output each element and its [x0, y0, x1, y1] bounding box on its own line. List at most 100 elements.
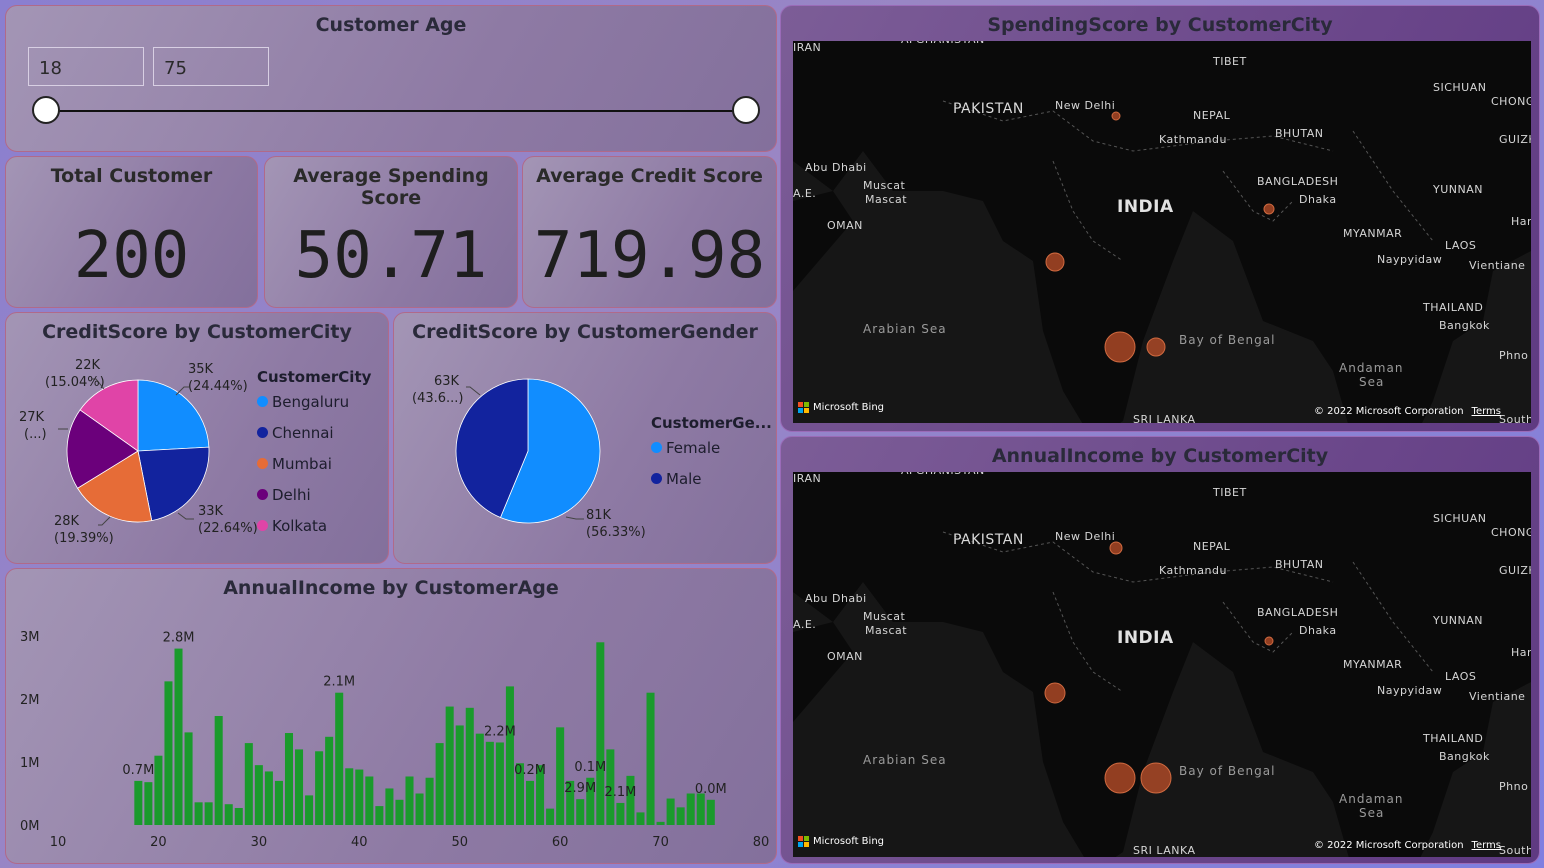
bar-age-28[interactable]: [234, 807, 243, 825]
bar-age-35[interactable]: [305, 795, 314, 825]
legend-item-bengaluru[interactable]: Bengaluru: [257, 386, 371, 417]
x-tick-label: 70: [652, 835, 669, 850]
map-label-sichuan: SICHUAN: [1433, 512, 1487, 525]
legend-swatch: [651, 473, 662, 484]
legend-item-kolkata[interactable]: Kolkata: [257, 510, 371, 541]
bar-age-68[interactable]: [636, 812, 645, 825]
map-land: [793, 472, 1531, 857]
spending-map[interactable]: IRAN AFGHANISTAN TIBET PAKISTAN New Delhi NEP…: [793, 41, 1531, 423]
income-map[interactable]: IRAN AFGHANISTAN TIBET PAKISTAN New Delhi NEP…: [793, 472, 1531, 857]
bar-age-59[interactable]: [546, 808, 555, 825]
legend-item-female[interactable]: Female: [651, 432, 772, 463]
map-bubble-delhi[interactable]: [1109, 541, 1123, 555]
map-landmass: [793, 472, 1531, 857]
bar-age-19[interactable]: [144, 782, 153, 825]
map-label-south: South: [1499, 413, 1531, 423]
age-slider-max-handle[interactable]: [732, 96, 760, 124]
bar-age-55[interactable]: [505, 686, 514, 825]
bar-age-38[interactable]: [335, 692, 344, 825]
data-label-male: 63K (43.6...): [412, 374, 464, 406]
bar-age-37[interactable]: [325, 736, 334, 825]
bar-age-27[interactable]: [224, 804, 233, 825]
map-copyright: © 2022 Microsoft Corporation Terms: [1313, 406, 1501, 417]
bar-age-32[interactable]: [274, 780, 283, 825]
bar-age-67[interactable]: [626, 775, 635, 825]
bar-age-64[interactable]: [596, 642, 605, 825]
bar-age-53[interactable]: [485, 741, 494, 825]
bar-age-66[interactable]: [616, 802, 625, 825]
map-bubble-chennai[interactable]: [1140, 762, 1172, 794]
bar-age-34[interactable]: [295, 749, 304, 825]
legend-item-mumbai[interactable]: Mumbai: [257, 448, 371, 479]
bar-age-41[interactable]: [365, 776, 374, 825]
age-slider-track[interactable]: [46, 110, 746, 112]
map-bubble-mumbai[interactable]: [1044, 682, 1066, 704]
bar-age-45[interactable]: [405, 776, 414, 825]
data-label-female: 81K (56.33%): [586, 508, 646, 540]
bar-age-42[interactable]: [375, 806, 384, 825]
bar-age-43[interactable]: [385, 788, 394, 825]
bar-age-60[interactable]: [556, 727, 565, 825]
legend-item-delhi[interactable]: Delhi: [257, 479, 371, 510]
map-label-arabian-sea: Arabian Sea: [863, 753, 947, 767]
bar-age-23[interactable]: [184, 732, 193, 825]
map-label-bhutan: BHUTAN: [1275, 127, 1324, 140]
bar-age-26[interactable]: [214, 716, 223, 825]
age-max-input[interactable]: 75: [153, 47, 269, 86]
map-bubble-kolkata[interactable]: [1263, 203, 1275, 215]
bar-age-30[interactable]: [254, 765, 263, 825]
bar-age-21[interactable]: [164, 681, 173, 825]
bar-age-24[interactable]: [194, 802, 203, 825]
bar-age-52[interactable]: [475, 733, 484, 825]
bar-age-22[interactable]: [174, 648, 183, 825]
bar-age-39[interactable]: [345, 768, 354, 825]
bar-age-31[interactable]: [264, 771, 273, 825]
map-bubble-bengaluru[interactable]: [1104, 762, 1136, 794]
bar-age-57[interactable]: [525, 780, 535, 825]
terms-link[interactable]: Terms: [1472, 840, 1501, 851]
map-bubble-delhi[interactable]: [1111, 111, 1121, 121]
map-bubble-kolkata[interactable]: [1264, 636, 1274, 646]
bar-age-36[interactable]: [315, 751, 324, 825]
bar-age-72[interactable]: [676, 807, 685, 825]
bar-age-46[interactable]: [415, 793, 424, 826]
bar-age-75[interactable]: [706, 799, 715, 825]
bar-age-73[interactable]: [686, 793, 695, 826]
bar-age-69[interactable]: [646, 692, 655, 825]
bar-age-54[interactable]: [495, 742, 504, 825]
bar-age-48[interactable]: [435, 743, 444, 825]
terms-link[interactable]: Terms: [1472, 406, 1501, 417]
map-label-bangladesh: BANGLADESH: [1257, 606, 1339, 619]
bar-age-49[interactable]: [445, 706, 454, 825]
bar-age-74[interactable]: [696, 793, 705, 826]
map-label-chong: CHONG: [1491, 95, 1531, 108]
bar-age-50[interactable]: [455, 725, 464, 825]
map-label-sri-lanka: SRI LANKA: [1133, 844, 1196, 857]
legend-item-male[interactable]: Male: [651, 463, 772, 494]
bar-age-47[interactable]: [425, 777, 434, 825]
bar-age-25[interactable]: [204, 802, 213, 825]
age-min-input[interactable]: 18: [28, 47, 144, 86]
bar-age-44[interactable]: [395, 799, 404, 825]
map-bubble-chennai[interactable]: [1146, 337, 1166, 357]
bar-age-29[interactable]: [244, 743, 253, 825]
legend-item-chennai[interactable]: Chennai: [257, 417, 371, 448]
bar-age-51[interactable]: [465, 707, 474, 825]
bar-age-71[interactable]: [666, 798, 675, 825]
y-tick-label: 3M: [20, 630, 40, 645]
map-label-dhaka: Dhaka: [1299, 193, 1337, 206]
bar-age-70[interactable]: [656, 821, 665, 825]
bar-age-40[interactable]: [355, 769, 364, 825]
legend-city: CustomerCity Bengaluru Chennai Mumbai Delhi…: [257, 368, 371, 541]
age-slider-min-handle[interactable]: [32, 96, 60, 124]
kpi-title: Total Customer: [50, 165, 213, 187]
map-label-har: Har: [1511, 646, 1531, 659]
income-by-age-bar-chart[interactable]: 0M 1M 2M 3M 10 20 30 40 50 60 70 80 0.7M 2.8M 2.1M 2.2M…: [6, 569, 778, 865]
map-bubble-mumbai[interactable]: [1045, 252, 1065, 272]
map-bubble-bengaluru[interactable]: [1104, 331, 1136, 363]
bar-age-62[interactable]: [576, 799, 585, 825]
bar-age-18[interactable]: [134, 780, 143, 825]
y-tick-label: 1M: [20, 756, 40, 771]
bar-age-33[interactable]: [284, 733, 294, 825]
bar-age-20[interactable]: [154, 755, 163, 825]
